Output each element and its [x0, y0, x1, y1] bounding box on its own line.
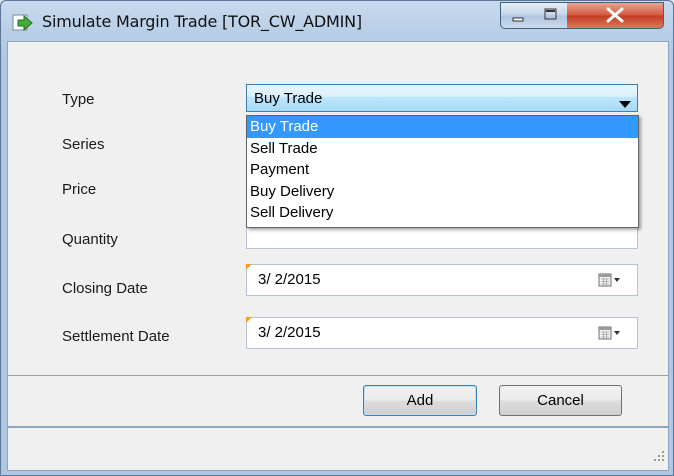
- calendar-icon[interactable]: [598, 273, 622, 292]
- calendar-icon[interactable]: [598, 326, 622, 345]
- type-select-value: Buy Trade: [254, 90, 323, 107]
- required-marker: [246, 317, 252, 323]
- type-option-sell-delivery[interactable]: Sell Delivery: [247, 202, 638, 224]
- type-label: Type: [62, 91, 95, 108]
- arrow-right-icon: [12, 13, 34, 33]
- type-dropdown-list: Buy Trade Sell Trade Payment Buy Deliver…: [246, 115, 639, 228]
- dialog-window: Simulate Margin Trade [TOR_CW_ADMIN] Typ…: [0, 0, 674, 476]
- series-label: Series: [62, 136, 105, 153]
- form-panel: Type Series Price Quantity Closing Date …: [7, 41, 669, 376]
- quantity-label: Quantity: [62, 231, 118, 248]
- maximize-icon: [544, 8, 557, 20]
- status-bar: [7, 427, 669, 471]
- button-bar: Add Cancel: [7, 375, 669, 427]
- closing-date-value: 3/ 2/2015: [258, 271, 321, 288]
- type-option-buy-trade[interactable]: Buy Trade: [247, 116, 638, 138]
- required-marker: [246, 264, 252, 270]
- type-select[interactable]: Buy Trade: [246, 84, 638, 112]
- minimize-icon: [512, 17, 524, 22]
- closing-date-picker[interactable]: 3/ 2/2015: [246, 264, 638, 296]
- close-button[interactable]: [567, 2, 664, 29]
- type-option-sell-trade[interactable]: Sell Trade: [247, 138, 638, 160]
- settlement-date-picker[interactable]: 3/ 2/2015: [246, 317, 638, 349]
- quantity-input[interactable]: [246, 225, 638, 249]
- minimize-button[interactable]: [500, 2, 536, 29]
- closing-date-label: Closing Date: [62, 280, 148, 297]
- window-title: Simulate Margin Trade [TOR_CW_ADMIN]: [42, 12, 362, 31]
- title-bar[interactable]: Simulate Margin Trade [TOR_CW_ADMIN]: [1, 1, 673, 41]
- type-option-buy-delivery[interactable]: Buy Delivery: [247, 181, 638, 203]
- settlement-date-value: 3/ 2/2015: [258, 324, 321, 341]
- maximize-button[interactable]: [534, 2, 568, 29]
- type-option-payment[interactable]: Payment: [247, 159, 638, 181]
- cancel-button[interactable]: Cancel: [499, 385, 622, 416]
- close-icon: [606, 7, 624, 23]
- chevron-down-icon: [619, 95, 631, 113]
- add-button[interactable]: Add: [363, 385, 477, 416]
- price-label: Price: [62, 181, 97, 198]
- settlement-date-label: Settlement Date: [62, 328, 170, 345]
- resize-grip-icon[interactable]: [653, 449, 665, 467]
